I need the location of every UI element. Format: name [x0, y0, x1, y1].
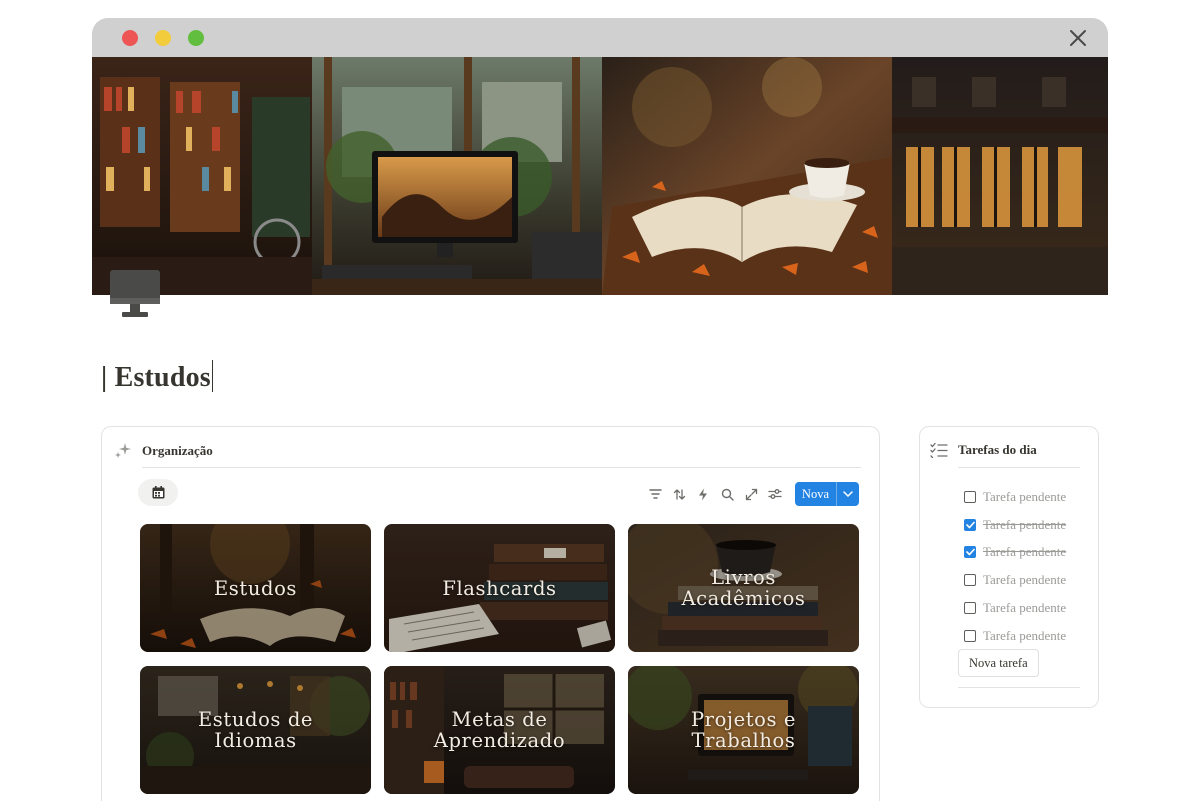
gallery-card-title: Estudos de Idiomas — [197, 708, 314, 752]
task-item[interactable]: Tarefa pendente — [964, 483, 1066, 511]
expand-button[interactable] — [743, 484, 760, 504]
window-minimize-dot[interactable] — [155, 30, 171, 46]
gallery-card-metas-de-aprendizado[interactable]: Metas de Aprendizado — [384, 666, 615, 794]
checkmark-icon — [965, 521, 975, 528]
app-window: | Estudos Organização Nova Estudos Flash… — [92, 18, 1108, 801]
new-entry-button[interactable]: Nova — [794, 482, 859, 506]
gallery-card-title: Metas de Aprendizado — [433, 708, 566, 752]
tarefas-block: Tarefas do dia Tarefa pendente Tarefa pen… — [919, 426, 1099, 708]
task-list: Tarefa pendente Tarefa pendente Tarefa pen… — [964, 483, 1066, 650]
checkbox-checked[interactable] — [964, 546, 976, 559]
calendar-view-button[interactable] — [138, 479, 178, 506]
new-task-button[interactable]: Nova tarefa — [958, 649, 1039, 677]
gallery-card-title: Flashcards — [442, 576, 557, 600]
task-label: Tarefa pendente — [983, 627, 1067, 643]
search-button[interactable] — [719, 484, 736, 504]
new-entry-label: Nova — [801, 486, 829, 501]
gallery-card-title: Livros Acadêmicos — [681, 566, 806, 610]
view-settings-button[interactable] — [767, 484, 784, 504]
checkbox-unchecked[interactable] — [964, 629, 976, 642]
calendar-icon — [152, 486, 164, 499]
chevron-down-icon — [843, 491, 853, 497]
tarefas-divider-top — [958, 467, 1080, 468]
tarefas-divider-bottom — [958, 687, 1080, 688]
filter-button[interactable] — [647, 484, 664, 504]
organizacao-header: Organização — [114, 442, 213, 460]
checkbox-unchecked[interactable] — [964, 490, 976, 503]
window-close-dot[interactable] — [122, 30, 138, 46]
page-title[interactable]: | Estudos — [101, 360, 213, 394]
task-item[interactable]: Tarefa pendente — [964, 511, 1066, 539]
checkbox-unchecked[interactable] — [964, 602, 976, 615]
gallery-card-livros-academicos[interactable]: Livros Acadêmicos — [628, 524, 859, 652]
task-item[interactable]: Tarefa pendente — [964, 539, 1066, 567]
checklist-icon — [930, 442, 948, 458]
gallery-card-estudos-de-idiomas[interactable]: Estudos de Idiomas — [140, 666, 371, 794]
sparkles-icon — [115, 443, 131, 458]
gallery-card-title: Estudos — [213, 576, 298, 600]
window-titlebar — [92, 18, 1108, 57]
tarefas-header: Tarefas do dia — [930, 442, 1037, 458]
task-label: Tarefa pendente — [983, 488, 1067, 504]
new-entry-dropdown[interactable] — [836, 482, 859, 506]
organizacao-block: Organização Nova Estudos Flashcards Livr… — [101, 426, 880, 801]
database-toolbar: Nova — [647, 482, 859, 506]
automation-button[interactable] — [695, 484, 712, 504]
search-icon — [721, 488, 734, 501]
checkbox-unchecked[interactable] — [964, 574, 976, 587]
task-label: Tarefa pendente — [983, 600, 1067, 616]
checkbox-checked[interactable] — [964, 518, 976, 531]
gallery-card-title: Projetos e Trabalhos — [690, 708, 797, 752]
lightning-icon — [699, 488, 708, 500]
task-label: Tarefa pendente — [983, 516, 1067, 532]
page-title-text: | Estudos — [101, 362, 211, 393]
organizacao-divider — [142, 467, 861, 468]
gallery-card-estudos[interactable]: Estudos — [140, 524, 371, 652]
window-maximize-dot[interactable] — [188, 30, 204, 46]
gallery-card-projetos-e-trabalhos[interactable]: Projetos e Trabalhos — [628, 666, 859, 794]
organizacao-title: Organização — [142, 443, 213, 458]
expand-icon — [745, 488, 758, 500]
text-cursor — [211, 360, 213, 392]
cover-image — [92, 57, 1108, 295]
task-item[interactable]: Tarefa pendente — [964, 622, 1066, 650]
sort-icon — [673, 488, 686, 500]
new-task-label: Nova tarefa — [969, 655, 1028, 670]
close-icon[interactable] — [1068, 28, 1088, 48]
tarefas-title: Tarefas do dia — [958, 442, 1037, 457]
checkmark-icon — [965, 549, 975, 556]
task-label: Tarefa pendente — [983, 572, 1067, 588]
task-label: Tarefa pendente — [983, 544, 1067, 560]
task-item[interactable]: Tarefa pendente — [964, 566, 1066, 594]
task-item[interactable]: Tarefa pendente — [964, 594, 1066, 622]
sort-button[interactable] — [671, 484, 688, 504]
desktop-computer-icon[interactable] — [109, 268, 161, 320]
filter-icon — [649, 489, 662, 499]
gallery-card-flashcards[interactable]: Flashcards — [384, 524, 615, 652]
settings-sliders-icon — [768, 489, 783, 499]
